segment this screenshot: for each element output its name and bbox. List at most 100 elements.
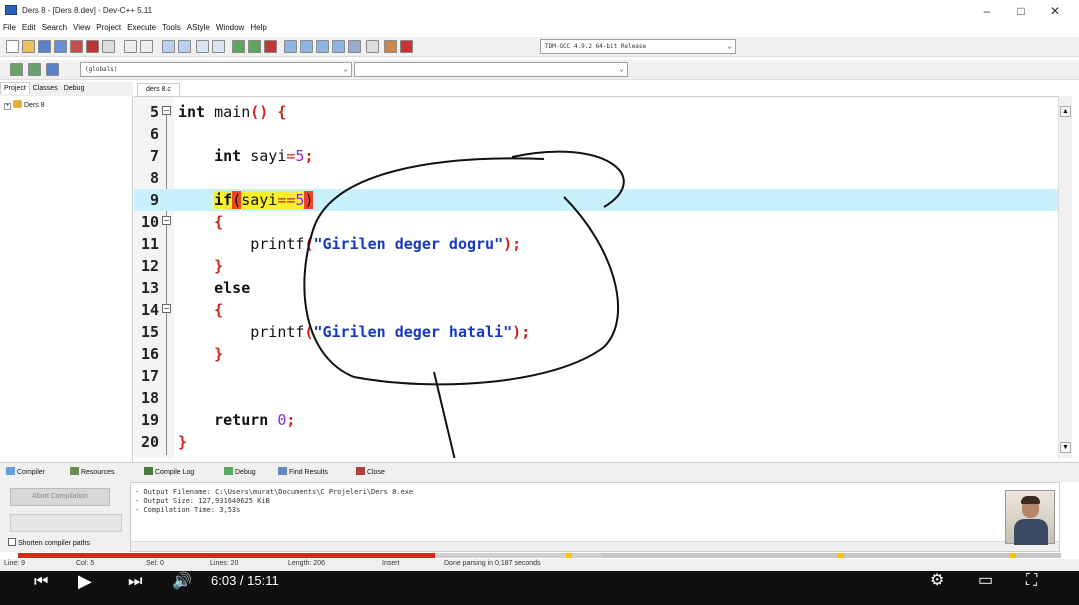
profile-icon[interactable] xyxy=(384,40,397,53)
syntax-check-icon[interactable] xyxy=(348,40,361,53)
tab-label: Debug xyxy=(235,469,256,476)
tab-debug[interactable]: Debug xyxy=(61,83,88,94)
miniplayer-icon[interactable]: ▭ xyxy=(978,573,993,589)
find-icon[interactable] xyxy=(162,40,175,53)
scroll-up-icon[interactable]: ▲ xyxy=(1060,106,1071,117)
scroll-down-icon[interactable]: ▼ xyxy=(1060,442,1071,453)
settings-icon[interactable]: ⚙ xyxy=(930,573,944,589)
window-title: Ders 8 - [Ders 8.dev] - Dev-C++ 5.11 xyxy=(22,6,153,15)
remove-from-project-icon[interactable] xyxy=(264,40,277,53)
close-file-icon[interactable] xyxy=(70,40,83,53)
video-time: 6:03 / 15:11 xyxy=(211,573,279,588)
person-body xyxy=(1014,519,1048,545)
save-all-icon[interactable] xyxy=(54,40,67,53)
project-icon xyxy=(13,100,22,108)
status-line: Line: 9 xyxy=(4,560,26,567)
expand-icon[interactable]: + xyxy=(4,103,11,110)
chapter-marker xyxy=(566,553,572,558)
chapter-marker xyxy=(838,553,844,558)
member-select[interactable]: ⌄ xyxy=(354,62,628,77)
compile-icon[interactable] xyxy=(284,40,297,53)
compile-run-icon[interactable] xyxy=(316,40,329,53)
compile-log[interactable]: - Output Filename: C:\Users\murat\Docume… xyxy=(130,482,1060,552)
print-icon[interactable] xyxy=(102,40,115,53)
play-icon[interactable]: ▶ xyxy=(78,572,92,590)
toggle-bookmark-icon[interactable] xyxy=(28,63,41,76)
tab-close[interactable]: Close xyxy=(356,467,385,476)
menu-view[interactable]: View xyxy=(70,22,93,33)
menu-window[interactable]: Window xyxy=(213,22,247,33)
new-project-icon[interactable] xyxy=(232,40,245,53)
compiler-select-value: TDM-GCC 4.9.2 64-bit Release xyxy=(545,43,647,50)
log-horizontal-scrollbar[interactable] xyxy=(131,541,1059,551)
status-bar: Line: 9 Col: 5 Sel: 0 Lines: 20 Length: … xyxy=(0,559,1079,571)
add-to-project-icon[interactable] xyxy=(248,40,261,53)
editor-scrollbar[interactable]: ▲ ▼ xyxy=(1058,96,1072,458)
main-toolbar: TDM-GCC 4.9.2 64-bit Release ⌄ xyxy=(0,37,1079,57)
close-all-icon[interactable] xyxy=(86,40,99,53)
person-hair xyxy=(1021,496,1040,504)
goto-bookmark-icon[interactable] xyxy=(46,63,59,76)
tab-resources[interactable]: Resources xyxy=(70,467,114,476)
maximize-button[interactable]: □ xyxy=(1006,2,1036,20)
menu-help[interactable]: Help xyxy=(247,22,269,33)
menu-project[interactable]: Project xyxy=(93,22,124,33)
fullscreen-icon[interactable]: ⛶ xyxy=(1026,573,1037,589)
tab-compile-log[interactable]: Compile Log xyxy=(144,467,194,476)
video-progress-bar[interactable] xyxy=(18,553,1061,558)
run-icon[interactable] xyxy=(300,40,313,53)
compiler-icon xyxy=(6,467,15,475)
status-length: Length: 206 xyxy=(288,560,325,567)
log-line: - Output Filename: C:\Users\murat\Docume… xyxy=(135,488,414,496)
tab-compiler[interactable]: Compiler xyxy=(6,467,45,476)
menu-edit[interactable]: Edit xyxy=(19,22,39,33)
debug-icon[interactable] xyxy=(400,40,413,53)
resources-icon xyxy=(70,467,79,475)
new-file-icon[interactable] xyxy=(6,40,19,53)
log-line: - Output Size: 127,931640625 KiB xyxy=(135,497,270,505)
compile-progress-field xyxy=(10,514,122,532)
previous-icon[interactable]: ⏮ xyxy=(34,574,48,590)
unindent-icon[interactable] xyxy=(212,40,225,53)
minimize-button[interactable]: – xyxy=(972,2,1002,20)
insert-icon[interactable] xyxy=(10,63,23,76)
tab-label: Resources xyxy=(81,469,115,476)
scope-select[interactable]: (globals) ⌄ xyxy=(80,62,352,77)
menu-execute[interactable]: Execute xyxy=(124,22,159,33)
undo-icon[interactable] xyxy=(124,40,137,53)
annotation-ellipse-drawing xyxy=(303,150,625,458)
tab-debug-panel[interactable]: Debug xyxy=(224,467,256,476)
annotation-loop xyxy=(303,150,625,386)
close-button[interactable]: ✕ xyxy=(1040,2,1070,20)
indent-icon[interactable] xyxy=(196,40,209,53)
log-line: - Compilation Time: 3,53s xyxy=(135,506,241,514)
compiler-select[interactable]: TDM-GCC 4.9.2 64-bit Release ⌄ xyxy=(540,39,736,54)
stop-icon[interactable] xyxy=(366,40,379,53)
find-results-icon xyxy=(278,467,287,475)
menu-tools[interactable]: Tools xyxy=(159,22,184,33)
checkbox-icon[interactable] xyxy=(8,538,16,546)
status-message: Done parsing in 0,187 seconds xyxy=(444,560,541,567)
next-icon[interactable]: ⏭ xyxy=(128,574,142,590)
menu-astyle[interactable]: AStyle xyxy=(184,22,213,33)
shorten-paths-checkbox[interactable]: Shorten compiler paths xyxy=(8,538,90,547)
tab-find-results[interactable]: Find Results xyxy=(278,467,328,476)
open-file-icon[interactable] xyxy=(22,40,35,53)
menu-search[interactable]: Search xyxy=(39,22,70,33)
chapter-marker xyxy=(1010,553,1016,558)
save-icon[interactable] xyxy=(38,40,51,53)
tab-classes[interactable]: Classes xyxy=(30,83,61,94)
code-editor[interactable]: 5 − int main() { 6 7 int sayi=5; 8 9 if(… xyxy=(134,96,1058,458)
redo-icon[interactable] xyxy=(140,40,153,53)
editor-tab[interactable]: ders 8.c xyxy=(137,83,180,96)
volume-icon[interactable]: 🔊 xyxy=(172,574,192,590)
tab-label: Close xyxy=(367,469,385,476)
tab-label: Compile Log xyxy=(155,469,195,476)
replace-icon[interactable] xyxy=(178,40,191,53)
project-name: Ders 8 xyxy=(24,102,45,109)
abort-compilation-button[interactable]: Abort Compilation xyxy=(10,488,110,506)
menu-file[interactable]: File xyxy=(0,22,19,33)
rebuild-icon[interactable] xyxy=(332,40,345,53)
tab-project[interactable]: Project xyxy=(0,82,30,94)
project-tree-item[interactable]: + Ders 8 xyxy=(4,100,45,110)
